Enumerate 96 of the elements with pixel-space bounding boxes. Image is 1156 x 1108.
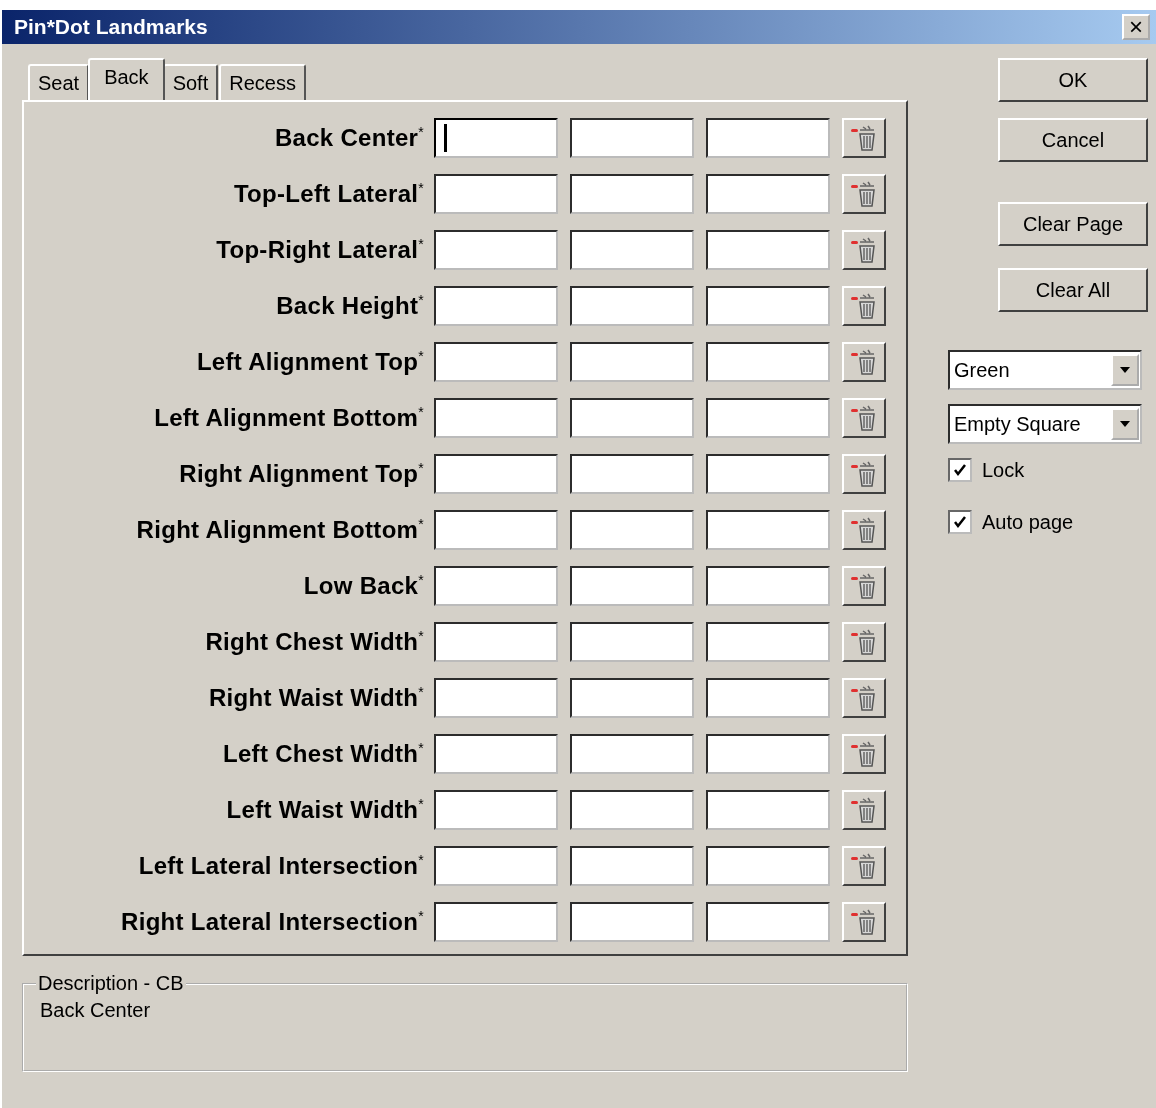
window-title: Pin*Dot Landmarks xyxy=(14,15,208,39)
coordinate-field[interactable] xyxy=(434,510,558,550)
coordinate-field[interactable] xyxy=(434,622,558,662)
coordinate-field[interactable] xyxy=(434,790,558,830)
coordinate-field[interactable] xyxy=(706,678,830,718)
landmark-label: Left Alignment Bottom$^{*}$ xyxy=(154,404,424,432)
landmark-label: Right Alignment Top$^{*}$ xyxy=(179,460,424,488)
dialog-button[interactable]: OK xyxy=(998,58,1148,102)
coordinate-field[interactable] xyxy=(570,510,694,550)
coordinate-field[interactable] xyxy=(706,286,830,326)
delete-button[interactable] xyxy=(842,286,886,326)
landmark-label: Right Waist Width$^{*}$ xyxy=(208,684,424,712)
checkbox[interactable] xyxy=(948,510,972,534)
coordinate-field[interactable] xyxy=(706,622,830,662)
coordinate-field[interactable] xyxy=(706,902,830,942)
coordinate-field[interactable] xyxy=(434,174,558,214)
coordinate-field[interactable] xyxy=(434,286,558,326)
coordinate-field[interactable] xyxy=(706,790,830,830)
delete-button[interactable] xyxy=(842,790,886,830)
landmark-label: Left Alignment Top$^{*}$ xyxy=(196,348,424,376)
coordinate-field[interactable] xyxy=(706,118,830,158)
checkbox-label: Lock xyxy=(982,458,1025,482)
coordinate-field[interactable] xyxy=(570,790,694,830)
dropdown[interactable]: Green xyxy=(948,350,1142,390)
landmark-label: Right Alignment Bottom$^{*}$ xyxy=(136,516,424,544)
landmark-label: Left Lateral Intersection$^{*}$ xyxy=(138,852,424,880)
delete-button[interactable] xyxy=(842,174,886,214)
coordinate-field[interactable] xyxy=(706,734,830,774)
delete-button[interactable] xyxy=(842,510,886,550)
checkbox-label: Auto page xyxy=(982,510,1074,534)
delete-button[interactable] xyxy=(842,678,886,718)
tab[interactable]: Recess xyxy=(219,64,306,100)
dialog-button[interactable]: Cancel xyxy=(998,118,1148,162)
coordinate-field[interactable] xyxy=(570,454,694,494)
coordinate-field[interactable] xyxy=(706,510,830,550)
landmark-label: Right Chest Width$^{*}$ xyxy=(205,628,424,656)
coordinate-field[interactable] xyxy=(570,566,694,606)
delete-button[interactable] xyxy=(842,454,886,494)
coordinate-field[interactable] xyxy=(570,286,694,326)
coordinate-field[interactable] xyxy=(570,622,694,662)
coordinate-field[interactable] xyxy=(570,902,694,942)
tab[interactable]: Soft xyxy=(162,64,219,100)
landmark-label: Low Back$^{*}$ xyxy=(303,572,424,600)
coordinate-field[interactable] xyxy=(706,846,830,886)
close-button[interactable]: × xyxy=(1122,14,1150,40)
delete-button[interactable] xyxy=(842,398,886,438)
coordinate-field[interactable] xyxy=(434,902,558,942)
checkmark-icon xyxy=(953,515,967,529)
coordinate-field[interactable] xyxy=(706,230,830,270)
coordinate-field[interactable] xyxy=(434,846,558,886)
delete-button[interactable] xyxy=(842,622,886,662)
delete-button[interactable] xyxy=(842,902,886,942)
coordinate-field[interactable] xyxy=(434,678,558,718)
coordinate-field[interactable] xyxy=(570,734,694,774)
coordinate-field[interactable] xyxy=(434,398,558,438)
dialog-button[interactable]: Clear All xyxy=(998,268,1148,312)
coordinate-field[interactable] xyxy=(706,174,830,214)
coordinate-field[interactable] xyxy=(570,342,694,382)
coordinate-field[interactable] xyxy=(434,118,558,158)
coordinate-field[interactable] xyxy=(434,566,558,606)
landmark-label: Top-Left Lateral$^{*}$ xyxy=(233,180,424,208)
coordinate-field[interactable] xyxy=(706,398,830,438)
landmark-label: Left Waist Width$^{*}$ xyxy=(226,796,424,824)
checkbox[interactable] xyxy=(948,458,972,482)
coordinate-field[interactable] xyxy=(434,342,558,382)
coordinate-field[interactable] xyxy=(706,566,830,606)
coordinate-field[interactable] xyxy=(570,230,694,270)
dialog-button[interactable]: Clear Page xyxy=(998,202,1148,246)
coordinate-field[interactable] xyxy=(570,174,694,214)
delete-button[interactable] xyxy=(842,342,886,382)
coordinate-field[interactable] xyxy=(706,454,830,494)
delete-button[interactable] xyxy=(842,118,886,158)
coordinate-field[interactable] xyxy=(434,454,558,494)
tab[interactable]: Seat xyxy=(28,64,90,100)
landmark-label: Left Chest Width$^{*}$ xyxy=(223,740,424,768)
coordinate-field[interactable] xyxy=(570,118,694,158)
text-cursor xyxy=(444,124,447,152)
group-legend: Description - CB xyxy=(36,972,186,995)
landmark-label: Right Lateral Intersection$^{*}$ xyxy=(121,908,424,936)
tab[interactable]: Back xyxy=(88,58,165,100)
coordinate-field[interactable] xyxy=(570,678,694,718)
dropdown[interactable]: Empty Square xyxy=(948,404,1142,444)
coordinate-field[interactable] xyxy=(706,342,830,382)
landmark-label: Back Center$^{*}$ xyxy=(274,124,424,152)
coordinate-field[interactable] xyxy=(570,846,694,886)
delete-button[interactable] xyxy=(842,230,886,270)
description-text: Back Center xyxy=(40,999,151,1021)
delete-button[interactable] xyxy=(842,734,886,774)
coordinate-field[interactable] xyxy=(570,398,694,438)
coordinate-field[interactable] xyxy=(434,230,558,270)
landmark-label: Top-Right Lateral$^{*}$ xyxy=(216,236,424,264)
landmark-label: Back Height$^{*}$ xyxy=(276,292,424,320)
delete-button[interactable] xyxy=(842,846,886,886)
coordinate-field[interactable] xyxy=(434,734,558,774)
checkmark-icon xyxy=(953,463,967,477)
delete-button[interactable] xyxy=(842,566,886,606)
